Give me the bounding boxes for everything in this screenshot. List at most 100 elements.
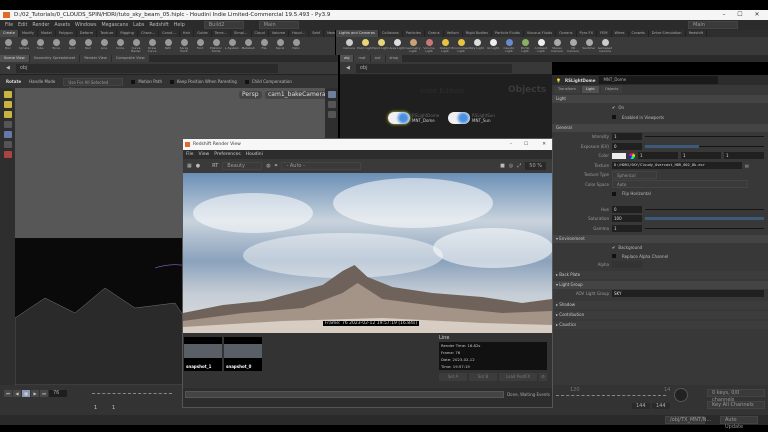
saturation-slider[interactable]	[645, 217, 764, 221]
shelf-tab-create[interactable]: Create	[0, 30, 19, 37]
shelf-tool-spiral[interactable]: Spiral	[272, 37, 288, 50]
zoom-field[interactable]: 50 %	[525, 162, 546, 170]
keep-position-checkbox[interactable]: Keep Position When Parenting	[169, 79, 237, 84]
snapshot-icon[interactable]: ◎	[509, 163, 513, 169]
color-swatch[interactable]	[612, 152, 626, 159]
shelf-tab-drive-simulation[interactable]: Drive Simulation	[649, 30, 686, 37]
hue-field[interactable]: 0	[612, 205, 642, 213]
network-tab-out[interactable]: out	[370, 55, 385, 62]
keys-channels-dropdown[interactable]: 0 keys, 0/0 channels	[707, 389, 765, 403]
desktop-select[interactable]: Build2	[203, 21, 244, 29]
current-frame-field[interactable]: 76	[49, 390, 67, 397]
shelf-tool-sphere[interactable]: Sphere	[16, 37, 32, 50]
shelf-tab-simpl[interactable]: Simpl...	[231, 30, 252, 37]
shelf-tool-camera[interactable]: Camera	[341, 37, 357, 50]
snapshot-thumbnail[interactable]: snapshot_0	[224, 337, 262, 371]
save-icon[interactable]: ▦	[187, 163, 192, 169]
snapshot-thumbnail[interactable]: snapshot_1	[184, 337, 222, 371]
network-path-field[interactable]: obj	[355, 63, 512, 73]
globe-icon[interactable]: ◍	[266, 163, 270, 169]
handle-tool-icon[interactable]	[3, 131, 12, 138]
shelf-tab-rigid-bodies[interactable]: Rigid Bodies	[463, 30, 492, 37]
gamma-slider[interactable]	[645, 227, 764, 229]
shelf-tab-wires[interactable]: Wires	[612, 30, 629, 37]
shelf-tab-viscous-fluids[interactable]: Viscous Fluids	[524, 30, 557, 37]
render-icon[interactable]: ●	[196, 163, 200, 169]
select-tool-icon[interactable]	[3, 91, 12, 98]
flip-horizontal-checkbox[interactable]: Flip Horizontal	[552, 189, 768, 199]
shelf-tool-font[interactable]: Font	[192, 37, 208, 50]
play-reverse-button[interactable]: ◀	[13, 390, 21, 397]
shelf-tool-platonic-solids[interactable]: Platonic Solids	[208, 37, 224, 54]
shelf-tool-sky-light[interactable]: Sky Light	[469, 37, 485, 50]
stop-button[interactable]: ■	[22, 390, 30, 397]
shelf-tab-redshift[interactable]: Redshift	[686, 30, 708, 37]
shelf-tab-collisions[interactable]: Collisions	[379, 30, 403, 37]
lock-icon[interactable]: ■	[500, 163, 505, 169]
rv-close-button[interactable]: ✕	[542, 139, 546, 150]
shelf-tab-lights-and-cameras[interactable]: Lights and Cameras	[336, 30, 379, 37]
shelf-tool-point-light[interactable]: Point Light	[357, 37, 373, 50]
crop-icon[interactable]: ⌗	[275, 163, 278, 169]
on-checkbox[interactable]: ✔ On	[552, 103, 768, 113]
shelf-tab-oceans[interactable]: Oceans	[556, 30, 577, 37]
auto-update-dropdown[interactable]: Auto Update	[720, 416, 758, 430]
color-b-field[interactable]: 1	[724, 152, 764, 160]
node-mnt-dome[interactable]: RSLightDome MNT_Dome	[388, 112, 439, 124]
set-b-button[interactable]: Set B	[469, 373, 497, 381]
alpha-field[interactable]	[612, 260, 642, 268]
gamma-field[interactable]: 1	[612, 224, 642, 232]
camera-select[interactable]: - Auto -	[281, 162, 362, 170]
shelf-tool-stereo-camera[interactable]: Stereo Camera	[549, 37, 565, 54]
shelf-tab-sebf[interactable]: Sebf	[309, 30, 325, 37]
node-name-field[interactable]: MNT_Dome	[599, 76, 718, 84]
color-space-select[interactable]: Auto	[612, 180, 748, 189]
close-button[interactable]: ✕	[749, 10, 765, 20]
rotate-tool-icon[interactable]	[3, 111, 12, 118]
set-a-button[interactable]: Set A	[439, 373, 467, 381]
section-back-plate[interactable]: ▸ Back Plate	[552, 271, 768, 279]
color-g-field[interactable]: 1	[681, 152, 721, 160]
shelf-tool-caustic-light[interactable]: Caustic Light	[501, 37, 517, 54]
section-environment[interactable]: ▾ Environment	[552, 235, 768, 243]
saturation-field[interactable]: 100	[612, 215, 642, 223]
menu-assets[interactable]: Assets	[54, 23, 70, 28]
section-caustics[interactable]: ▸ Caustics	[552, 320, 768, 329]
rv-minimize-button[interactable]: –	[510, 139, 512, 150]
shelf-tab-rigging[interactable]: Rigging	[117, 30, 138, 37]
param-tab-transform[interactable]: Transform	[554, 85, 580, 93]
rv-menu-file[interactable]: File	[186, 152, 194, 157]
texture-type-select[interactable]: Spherical	[612, 170, 657, 179]
shelf-tool-switcher[interactable]: Switcher	[581, 37, 597, 50]
shelf-tool-vr-camera[interactable]: VR Camera	[565, 37, 581, 54]
settings-gear-icon[interactable]: ⚙	[539, 373, 547, 381]
menu-labs[interactable]: Labs	[133, 23, 144, 28]
desktop2-select[interactable]: Main	[258, 21, 299, 29]
shelf-tool-ambient-light[interactable]: Ambient Light	[533, 37, 549, 54]
shelf-tool-null[interactable]: Null	[80, 37, 96, 50]
section-shadow[interactable]: ▸ Shadow	[552, 300, 768, 309]
fit-icon[interactable]: ⤢	[517, 163, 521, 169]
shelf-tool-environment-light[interactable]: Environment Light	[451, 37, 471, 54]
lock-icon[interactable]	[327, 111, 336, 118]
back-arrow-icon[interactable]: ◀	[6, 65, 10, 71]
camera-lock-icon[interactable]	[327, 101, 336, 108]
status-path[interactable]: /obj/TX_MNT/N...	[665, 416, 711, 424]
persp-menu[interactable]: Persp	[239, 91, 262, 99]
back-arrow-icon[interactable]: ◀	[346, 65, 350, 71]
shelf-tab-grains[interactable]: Grains	[425, 30, 444, 37]
shelf-tool-file[interactable]: File	[256, 37, 272, 50]
background-checkbox[interactable]: ✔ Background	[552, 243, 768, 253]
menu-windows[interactable]: Windows	[75, 23, 96, 28]
param-tab-light[interactable]: Light	[581, 85, 599, 93]
pane-tab-scene-view[interactable]: Scene View	[0, 55, 29, 62]
network-tab-mat[interactable]: mat	[354, 55, 370, 62]
shelf-tab-chara[interactable]: Chara...	[138, 30, 160, 37]
exposure-field[interactable]: 0	[612, 142, 642, 150]
shelf-tool-metaball[interactable]: Metaball	[240, 37, 256, 50]
aov-light-group-field[interactable]: SKY	[612, 290, 764, 298]
node-mnt-sun[interactable]: RSLightSun MNT_Sun	[448, 112, 495, 124]
network-tab-obj[interactable]: obj	[340, 55, 354, 62]
shelf-tab-guide[interactable]: Guide	[194, 30, 212, 37]
ipr-icon[interactable]: RT	[212, 163, 218, 169]
